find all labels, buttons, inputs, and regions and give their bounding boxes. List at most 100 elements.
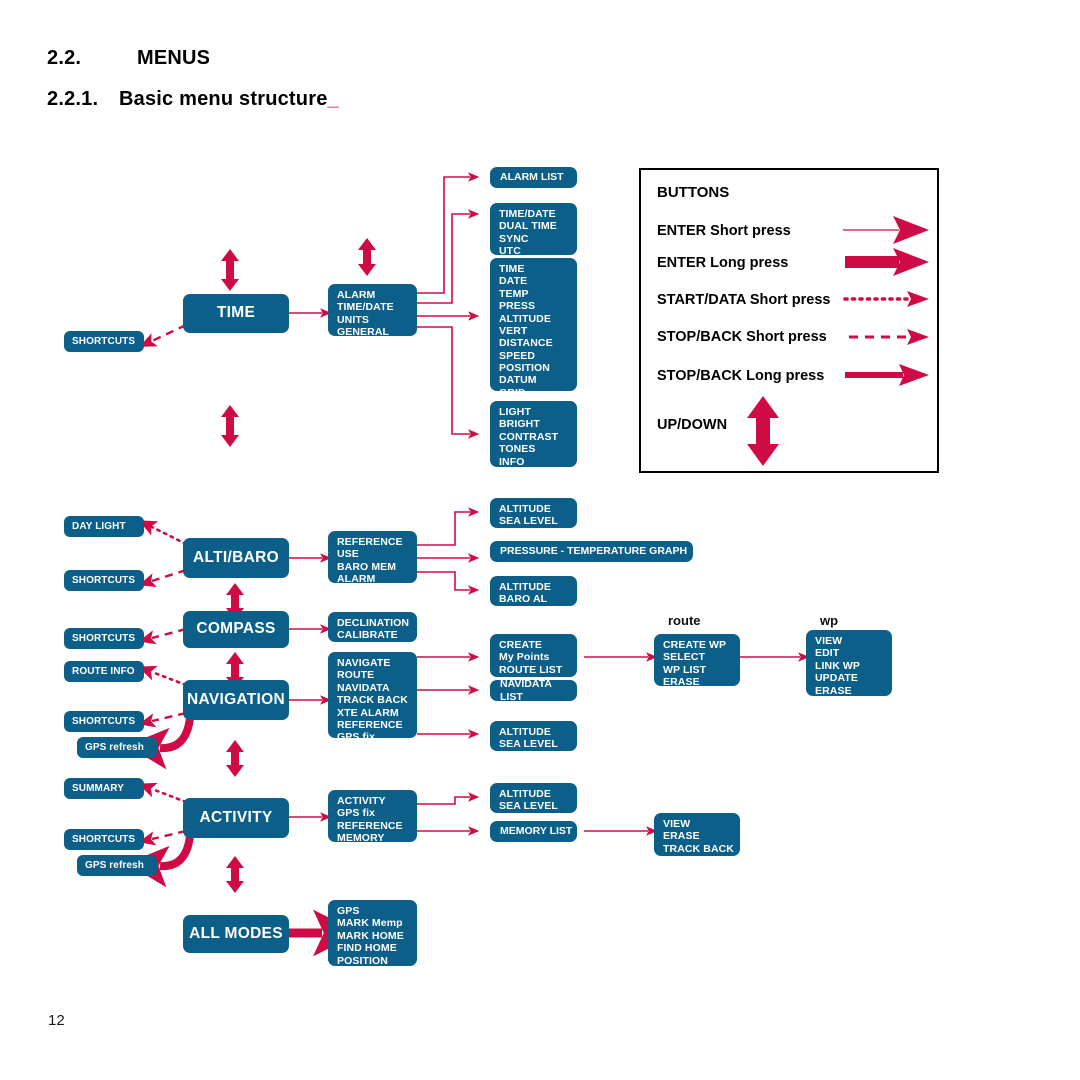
mode-box-activity-label: ACTIVITY	[199, 808, 273, 826]
shortcut-box-label: SHORTCUTS	[72, 715, 136, 727]
menu-item: XTE ALARM	[337, 706, 399, 719]
buttons-legend: BUTTONS ENTER Short press ENTER Long pre…	[639, 168, 939, 473]
shortcut-box-shortcuts-compass[interactable]: SHORTCUTS	[64, 628, 144, 649]
menu-box-navigation-reference[interactable]: ALTITUDE SEA LEVEL	[490, 721, 577, 751]
menu-item: SEA LEVEL	[499, 800, 558, 813]
menu-box-alarm-list[interactable]: ALARM LIST	[490, 167, 577, 188]
shortcut-box-label: ROUTE INFO	[72, 665, 135, 677]
shortcut-box-shortcuts-altibaro[interactable]: SHORTCUTS	[64, 570, 144, 591]
menu-item: LIGHT	[499, 406, 531, 418]
menu-item: ROUTE	[337, 669, 375, 682]
mode-box-time[interactable]: TIME	[183, 294, 289, 333]
mode-box-altibaro[interactable]: ALTI/BARO	[183, 538, 289, 578]
legend-row-enter-short: ENTER Short press	[657, 223, 791, 239]
shortcut-box-route-info[interactable]: ROUTE INFO	[64, 661, 144, 682]
menu-item: DISTANCE	[499, 337, 553, 350]
menu-item: ALTITUDE	[499, 503, 551, 515]
mode-box-navigation[interactable]: NAVIGATION	[183, 680, 289, 720]
menu-box-time-date[interactable]: TIME/DATE DUAL TIME SYNC UTC	[490, 203, 577, 258]
menu-item: NAVIGATE	[337, 657, 391, 669]
menu-item: NAVIDATA	[337, 681, 390, 694]
menu-item: DATE	[499, 275, 528, 288]
menu-item: CREATE WP	[663, 639, 727, 651]
menu-item: SEA LEVEL	[499, 515, 558, 528]
menu-box-compass-main[interactable]: DECLINATION CALIBRATE	[328, 612, 417, 642]
menu-box-time-main[interactable]: ALARM TIME/DATE UNITS GENERAL	[328, 284, 417, 338]
menu-item: BARO MEM	[337, 560, 397, 573]
menu-box-units[interactable]: TIME DATE TEMP PRESS ALTITUDE VERT DISTA…	[490, 258, 577, 399]
shortcut-box-label: GPS refresh	[85, 859, 144, 871]
menu-box-route-detail[interactable]: CREATE WP SELECT WP LIST ERASE	[654, 634, 740, 689]
menu-box-wp-detail[interactable]: VIEW EDIT LINK WP UPDATE ERASE	[806, 630, 892, 697]
mode-box-all-modes[interactable]: ALL MODES	[183, 915, 289, 953]
menu-item: MARK Memp	[337, 917, 403, 930]
shortcut-box-summary[interactable]: SUMMARY	[64, 778, 144, 799]
menu-item: VERT	[499, 324, 528, 337]
legend-row-stopback-long: STOP/BACK Long press	[657, 368, 825, 384]
menu-box-activity-reference[interactable]: ALTITUDE SEA LEVEL	[490, 783, 577, 813]
legend-row-startdata-short: START/DATA Short press	[657, 292, 831, 308]
legend-title: BUTTONS	[657, 184, 730, 201]
dotted-arrow-icon	[843, 291, 929, 307]
menu-item: TIME	[499, 263, 525, 275]
shortcut-box-label: SHORTCUTS	[72, 335, 136, 347]
menu-box-altibaro-main[interactable]: REFERENCE USE BARO MEM ALARM	[328, 531, 417, 585]
mode-box-all-modes-label: ALL MODES	[189, 924, 283, 942]
shortcut-box-shortcuts-navigation[interactable]: SHORTCUTS	[64, 711, 144, 732]
menu-item: GPS fix	[337, 731, 376, 744]
menu-item: REFERENCE	[337, 718, 403, 731]
menu-box-memory-list[interactable]: MEMORY LIST	[490, 821, 577, 842]
shortcut-box-day-light[interactable]: DAY LIGHT	[64, 516, 144, 537]
menu-box-all-modes-main[interactable]: GPS MARK Memp MARK HOME FIND HOME POSITI…	[328, 900, 417, 967]
menu-item: UTC	[499, 245, 521, 258]
shortcut-box-shortcuts-time[interactable]: SHORTCUTS	[64, 331, 144, 352]
shortcut-box-shortcuts-activity[interactable]: SHORTCUTS	[64, 829, 144, 850]
shortcut-box-label: SHORTCUTS	[72, 833, 136, 845]
menu-box-pressure-temperature-graph[interactable]: PRESSURE - TEMPERATURE GRAPH	[490, 541, 693, 562]
menu-item: ALTITUDE	[499, 581, 551, 593]
mode-box-activity[interactable]: ACTIVITY	[183, 798, 289, 838]
menu-item: SYNC	[499, 232, 529, 245]
menu-item: ERASE	[663, 676, 700, 689]
legend-row-stopback-short: STOP/BACK Short press	[657, 329, 827, 345]
mode-box-time-label: TIME	[216, 304, 256, 322]
menu-item: CALIBRATE	[337, 629, 398, 642]
thin-solid-arrow-icon	[843, 216, 929, 244]
menu-box-navigation-route[interactable]: CREATE My Points ROUTE LIST	[490, 634, 577, 677]
menu-item: CREATE	[499, 639, 542, 651]
legend-row-enter-long: ENTER Long press	[657, 255, 789, 271]
shortcut-box-label: SUMMARY	[72, 782, 124, 794]
menu-item: EDIT	[815, 647, 840, 660]
mode-box-altibaro-label: ALTI/BARO	[193, 548, 279, 566]
menu-box-general[interactable]: LIGHT BRIGHT CONTRAST TONES INFO	[490, 401, 577, 468]
column-label-route: route	[668, 613, 701, 628]
shortcut-box-gps-refresh-navigation[interactable]: GPS refresh	[77, 737, 157, 758]
menu-item: WP LIST	[663, 663, 707, 676]
menu-item: REFERENCE	[337, 536, 403, 548]
shortcut-box-gps-refresh-activity[interactable]: GPS refresh	[77, 855, 157, 876]
menu-item: VIEW	[815, 635, 843, 647]
menu-item: FIND HOME	[337, 942, 397, 955]
menu-item: SPEED	[499, 349, 536, 362]
menu-item: ALTITUDE	[499, 312, 551, 325]
menu-box-altibaro-reference[interactable]: ALTITUDE SEA LEVEL	[490, 498, 577, 528]
menu-box-navidata-list[interactable]: NAVIDATA LIST	[490, 678, 577, 703]
menu-box-altibaro-alarm[interactable]: ALTITUDE BARO AL	[490, 576, 577, 606]
menu-item: ROUTE LIST	[499, 663, 563, 676]
menu-item: ACTIVITY	[337, 795, 386, 807]
menu-item: GPS fix	[337, 807, 376, 820]
mode-box-compass-label: COMPASS	[196, 620, 276, 638]
up-down-double-arrow-icon	[747, 396, 779, 466]
menu-item: ALARM	[337, 289, 376, 301]
menu-box-activity-main[interactable]: ACTIVITY GPS fix REFERENCE MEMORY	[328, 790, 417, 844]
menu-item: ALTITUDE	[499, 788, 551, 800]
dashed-arrow-icon	[849, 329, 929, 345]
menu-item: TONES	[499, 443, 536, 456]
menu-item: DECLINATION	[337, 617, 410, 629]
menu-box-memory-detail[interactable]: VIEW ERASE TRACK BACK	[654, 813, 740, 856]
shortcut-box-label: SHORTCUTS	[72, 574, 136, 586]
menu-box-navigation-main[interactable]: NAVIGATE ROUTE NAVIDATA TRACK BACK XTE A…	[328, 652, 417, 743]
mode-box-compass[interactable]: COMPASS	[183, 611, 289, 648]
menu-item: MEMORY LIST	[500, 825, 573, 838]
menu-item: DUAL TIME	[499, 220, 557, 233]
